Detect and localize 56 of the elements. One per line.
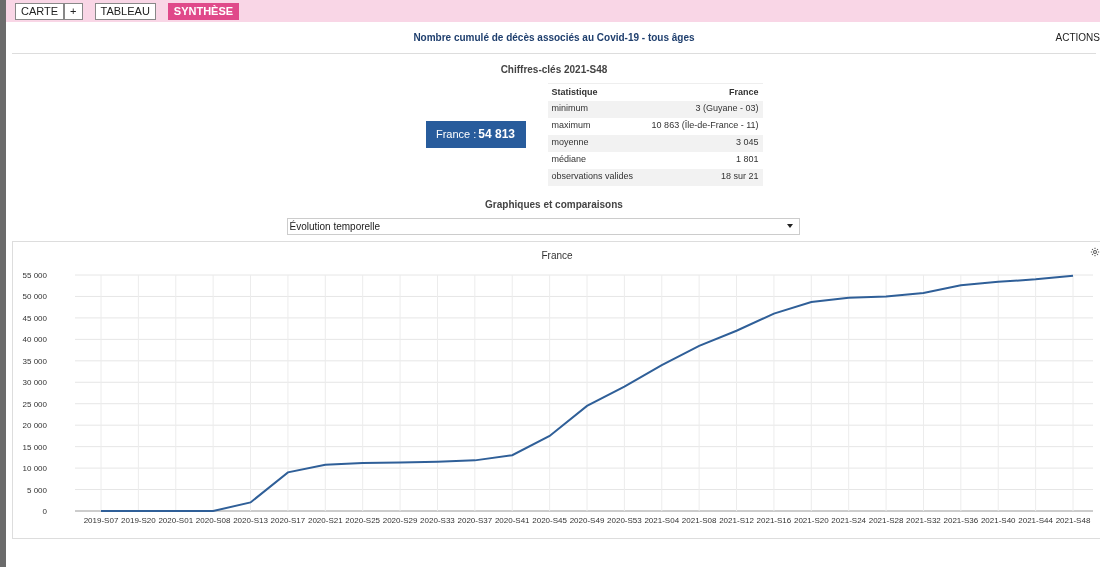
- series-title: France: [541, 249, 573, 261]
- table-cell: 3 (Guyane - 03): [641, 100, 763, 118]
- x-tick-label: 2020-S41: [494, 515, 530, 525]
- y-tick-label: 20 000: [22, 420, 47, 430]
- column-header: Statistique: [547, 83, 642, 101]
- y-tick-label: 55 000: [22, 270, 47, 280]
- x-tick-label: 2021-S16: [756, 515, 792, 525]
- y-tick-label: 30 000: [22, 377, 47, 387]
- chart-type-select[interactable]: Évolution temporelle: [286, 217, 800, 235]
- y-tick-label: 5 000: [26, 485, 47, 495]
- x-tick-label: 2021-S12: [719, 515, 754, 525]
- y-tick-label: 25 000: [22, 399, 47, 409]
- x-tick-label: 2020-S13: [233, 515, 268, 525]
- dropdown-caret-icon: [786, 224, 793, 228]
- y-tick-label: 35 000: [22, 356, 47, 366]
- tab[interactable]: TABLEAU: [94, 2, 156, 20]
- tab[interactable]: +: [64, 2, 83, 20]
- y-tick-label: 40 000: [22, 334, 47, 344]
- x-tick-label: 2020-S17: [270, 515, 306, 525]
- x-tick-label: 2021-S28: [868, 515, 904, 525]
- x-tick-label: 2020-S29: [382, 515, 418, 525]
- x-tick-label: 2021-S40: [980, 515, 1016, 525]
- x-tick-label: 2020-S08: [195, 515, 231, 525]
- x-tick-label: 2020-S01: [158, 515, 194, 525]
- x-tick-label: 2021-S20: [793, 515, 829, 525]
- section-title: Graphiques et comparaisons: [484, 197, 624, 212]
- y-tick-label: 50 000: [22, 291, 47, 301]
- y-tick-label: 0: [42, 506, 47, 516]
- x-tick-label: 2020-S25: [345, 515, 381, 525]
- x-tick-label: 2020-S33: [420, 515, 455, 525]
- x-tick-label: 2021-S48: [1055, 515, 1091, 525]
- y-tick-label: 45 000: [22, 313, 47, 323]
- x-tick-label: 2021-S04: [644, 515, 680, 525]
- page-title: Nombre cumulé de décès associés au Covid-19 - tous âges: [413, 31, 695, 45]
- table-cell: minimum: [547, 100, 642, 118]
- x-tick-label: 2020-S21: [307, 515, 343, 525]
- x-tick-label: 2020-S37: [457, 515, 493, 525]
- x-tick-label: 2021-S32: [906, 515, 941, 525]
- x-tick-label: 2021-S44: [1018, 515, 1053, 525]
- x-tick-label: 2021-S24: [831, 515, 867, 525]
- y-tick-label: 10 000: [22, 463, 47, 473]
- x-tick-label: 2021-S36: [943, 515, 979, 525]
- x-tick-label: 2020-S45: [532, 515, 567, 525]
- total-figure: France : 54 813: [425, 120, 526, 148]
- settings-icon[interactable]: [1090, 246, 1100, 257]
- tab[interactable]: SYNTHÈSE: [167, 2, 240, 20]
- x-tick-label: 2021-S08: [681, 515, 717, 525]
- y-tick-label: 15 000: [22, 442, 47, 452]
- actions-button[interactable]: ACTIONS: [1055, 30, 1100, 45]
- x-tick-label: 2020-S53: [607, 515, 642, 525]
- x-tick-label: 2019-S07: [83, 515, 119, 525]
- x-tick-label: 2019-S20: [121, 515, 156, 525]
- column-header: France: [641, 83, 763, 101]
- tab[interactable]: CARTE: [15, 2, 65, 20]
- section-title: Chiffres-clés 2021-S48: [499, 63, 609, 77]
- x-tick-label: 2020-S49: [569, 515, 605, 525]
